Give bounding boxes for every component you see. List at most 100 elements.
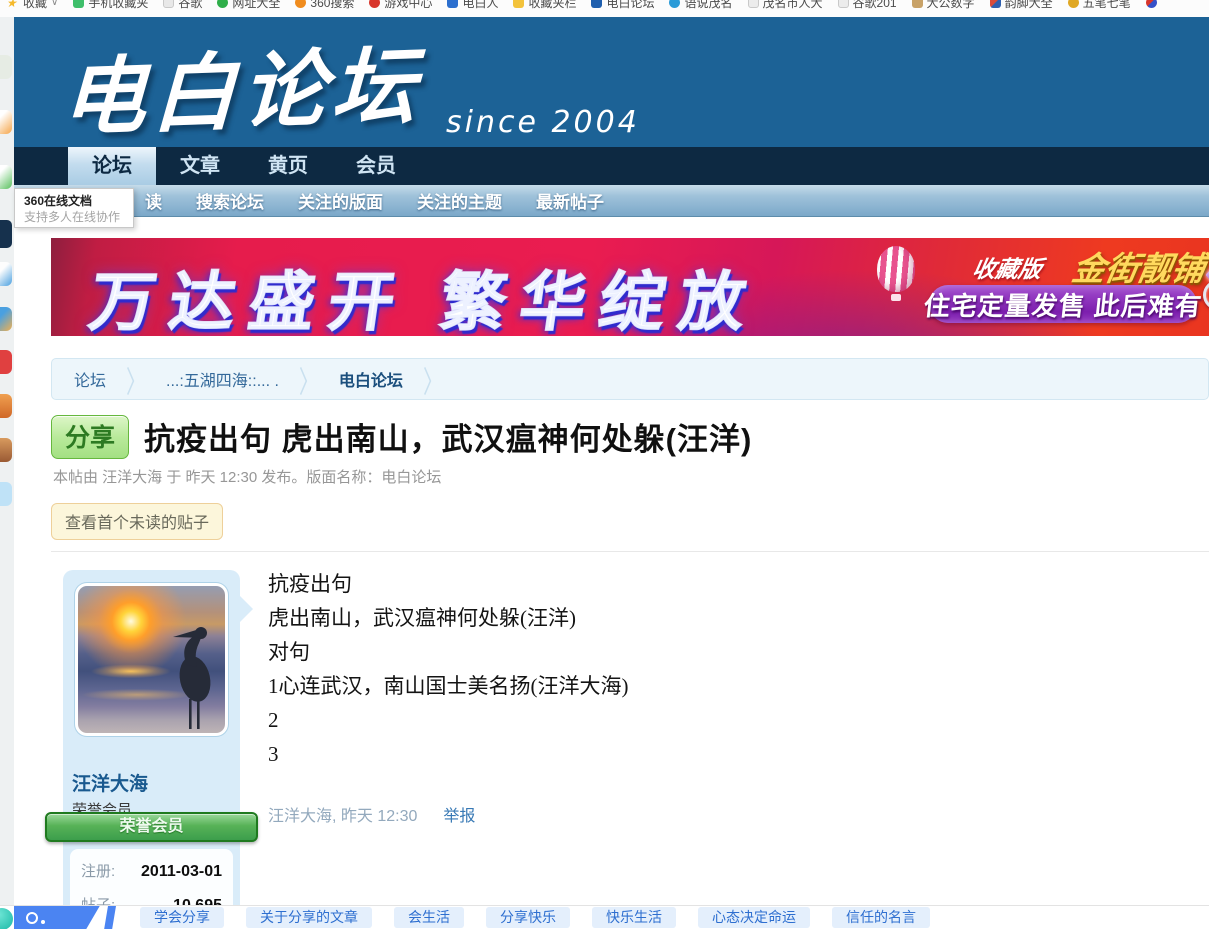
floating-ball-icon[interactable] bbox=[0, 908, 13, 929]
post-line: 3 bbox=[268, 737, 1188, 771]
subnav-item-search-forum[interactable]: 搜索论坛 bbox=[196, 188, 264, 213]
chevron-right-icon: 〉 bbox=[423, 357, 443, 401]
site-header: 电白论坛 since 2004 bbox=[14, 17, 1209, 147]
bookmark-item[interactable]: 收藏夹栏 bbox=[513, 0, 576, 11]
site-logo[interactable]: 电白论坛 bbox=[60, 19, 424, 147]
subnav-item-latest-posts[interactable]: 最新帖子 bbox=[536, 188, 604, 213]
tag-link[interactable]: 快乐生活 bbox=[592, 907, 676, 928]
post-footer: 汪洋大海, 昨天 12:30 举报 bbox=[268, 802, 475, 826]
bookmark-label: 谷歌201 bbox=[853, 0, 897, 11]
report-link[interactable]: 举报 bbox=[443, 802, 475, 826]
tab-forum[interactable]: 论坛 bbox=[68, 147, 156, 185]
ring-icon bbox=[26, 912, 38, 924]
edge-app-icon[interactable] bbox=[0, 262, 12, 286]
edge-app-icon[interactable] bbox=[0, 394, 12, 418]
bookmark-item[interactable]: 电白论坛 bbox=[591, 0, 654, 11]
bookmark-label: 电白人 bbox=[462, 0, 498, 11]
thread-meta: 本帖由 汪洋大海 于 昨天 12:30 发布。版面名称：电白论坛 bbox=[53, 466, 441, 487]
bookmark-item[interactable]: 360搜索 bbox=[295, 0, 354, 11]
subnav-item-watched-topics[interactable]: 关注的主题 bbox=[417, 188, 502, 213]
site-icon bbox=[912, 0, 923, 8]
subnav-item-read[interactable]: 读 bbox=[145, 188, 162, 213]
edge-app-icon[interactable] bbox=[0, 55, 12, 79]
edge-app-icon[interactable] bbox=[0, 438, 12, 462]
post-line: 1心连武汉，南山国士美名扬(汪洋大海) bbox=[268, 669, 1188, 703]
bookmark-label: 游戏中心 bbox=[384, 0, 432, 11]
divider bbox=[51, 551, 1209, 552]
docs-360-icon[interactable] bbox=[0, 220, 12, 248]
bookmark-label: 语说茂名 bbox=[684, 0, 732, 11]
breadcrumb: 论坛 〉 ...:五湖四海::... . 〉 电白论坛 〉 bbox=[51, 358, 1209, 400]
edge-app-icon[interactable] bbox=[0, 110, 12, 134]
tag-link[interactable]: 学会分享 bbox=[140, 907, 224, 928]
ad-pill: 住宅定量发售 此后难有 bbox=[929, 285, 1197, 323]
site-icon bbox=[748, 0, 759, 8]
post-line: 虎出南山，武汉瘟神何处躲(汪洋) bbox=[268, 601, 1188, 635]
suggested-tags-row: 学会分享 关于分享的文章 会生活 分享快乐 快乐生活 心态决定命运 信任的名言 bbox=[140, 907, 930, 928]
avatar[interactable] bbox=[75, 583, 228, 736]
bookmark-item[interactable]: 游戏中心 bbox=[369, 0, 432, 11]
edge-app-icon[interactable] bbox=[0, 482, 12, 506]
tab-yellowpages[interactable]: 黄页 bbox=[244, 147, 332, 185]
chevron-right-icon: 〉 bbox=[299, 357, 319, 401]
browser-screen: 收藏∨ 手机收藏夹 谷歌 网址大全 360搜索 游戏中心 电白人 收藏夹栏 电白… bbox=[0, 0, 1209, 929]
search-360-logo[interactable] bbox=[14, 906, 106, 929]
site-icon bbox=[217, 0, 228, 8]
post-line: 2 bbox=[268, 703, 1188, 737]
bookmark-item[interactable]: 大公数字 bbox=[912, 0, 975, 11]
edge-app-icon[interactable] bbox=[0, 350, 12, 374]
subnav-item-watched-boards[interactable]: 关注的版面 bbox=[298, 188, 383, 213]
breadcrumb-category[interactable]: ...:五湖四海::... . bbox=[166, 367, 279, 391]
bookmark-item[interactable]: 谷歌201 bbox=[838, 0, 897, 11]
post-line: 抗疫出句 bbox=[268, 567, 1188, 601]
bookmark-item[interactable]: 谷歌 bbox=[163, 0, 202, 11]
breadcrumb-current-board[interactable]: 电白论坛 bbox=[339, 367, 403, 391]
edge-app-icon[interactable] bbox=[0, 165, 12, 189]
tag-link[interactable]: 分享快乐 bbox=[486, 907, 570, 928]
bookmark-item[interactable]: 网址大全 bbox=[217, 0, 280, 11]
site-icon bbox=[990, 0, 1001, 8]
ad-pill-text: 住宅定量发售 此后难有 bbox=[922, 286, 1204, 323]
phone-icon bbox=[73, 0, 84, 8]
post-author-name[interactable]: 汪洋大海 bbox=[72, 769, 240, 796]
bookmark-label: 电白论坛 bbox=[606, 0, 654, 11]
dot-icon bbox=[41, 920, 45, 924]
site-icon bbox=[669, 0, 680, 8]
bookmark-label: 收藏夹栏 bbox=[528, 0, 576, 11]
tab-articles[interactable]: 文章 bbox=[156, 147, 244, 185]
stat-value: 2011-03-01 bbox=[141, 863, 222, 881]
bookmark-item[interactable]: 韵脚大全 bbox=[990, 0, 1053, 11]
bookmark-item-favorites[interactable]: 收藏∨ bbox=[6, 0, 58, 11]
main-nav: 论坛 文章 黄页 会员 bbox=[14, 147, 1209, 185]
ad-brand: 金街靓铺 bbox=[1069, 242, 1209, 290]
edge-app-icon[interactable] bbox=[0, 307, 12, 331]
bookmark-item[interactable]: 五笔七笔 bbox=[1068, 0, 1131, 11]
bookmark-item[interactable]: 电白人 bbox=[447, 0, 498, 11]
bookmark-item[interactable]: 茂名市人大 bbox=[748, 0, 823, 11]
sidebar-tooltip: 360在线文档 支持多人在线协作 bbox=[14, 188, 134, 228]
view-first-unread-button[interactable]: 查看首个未读的贴子 bbox=[51, 503, 223, 540]
bookmark-label: 大公数字 bbox=[927, 0, 975, 11]
tooltip-subtitle: 支持多人在线协作 bbox=[24, 209, 124, 225]
ad-banner[interactable]: 万达盛开 繁华绽放 收藏版 金街靓铺 住宅定量发售 此后难有 bbox=[51, 238, 1209, 336]
tag-link[interactable]: 信任的名言 bbox=[832, 907, 930, 928]
tag-link[interactable]: 关于分享的文章 bbox=[246, 907, 372, 928]
site-icon bbox=[1068, 0, 1079, 8]
tag-link[interactable]: 心态决定命运 bbox=[698, 907, 810, 928]
tooltip-title: 360在线文档 bbox=[24, 193, 124, 209]
bookmark-item[interactable] bbox=[1146, 0, 1161, 8]
bookmarks-bar: 收藏∨ 手机收藏夹 谷歌 网址大全 360搜索 游戏中心 电白人 收藏夹栏 电白… bbox=[0, 0, 1209, 17]
category-badge[interactable]: 分享 bbox=[51, 415, 129, 459]
bookmark-item[interactable]: 语说茂名 bbox=[669, 0, 732, 11]
stat-row-registered: 注册: 2011-03-01 bbox=[81, 860, 222, 881]
logo-wedge bbox=[104, 906, 116, 929]
breadcrumb-forum[interactable]: 论坛 bbox=[74, 367, 106, 391]
chevron-right-icon: 〉 bbox=[126, 357, 146, 401]
tag-link[interactable]: 会生活 bbox=[394, 907, 464, 928]
tab-members[interactable]: 会员 bbox=[332, 147, 420, 185]
bookmark-label: 韵脚大全 bbox=[1005, 0, 1053, 11]
bookmark-item[interactable]: 手机收藏夹 bbox=[73, 0, 148, 11]
bookmark-label: 收藏 bbox=[23, 0, 47, 11]
ad-kicker: 收藏版 bbox=[970, 250, 1045, 284]
post-user-card: 汪洋大海 荣誉会员 荣誉会员 注册: 2011-03-01 帖子: 10,695 bbox=[63, 570, 240, 929]
